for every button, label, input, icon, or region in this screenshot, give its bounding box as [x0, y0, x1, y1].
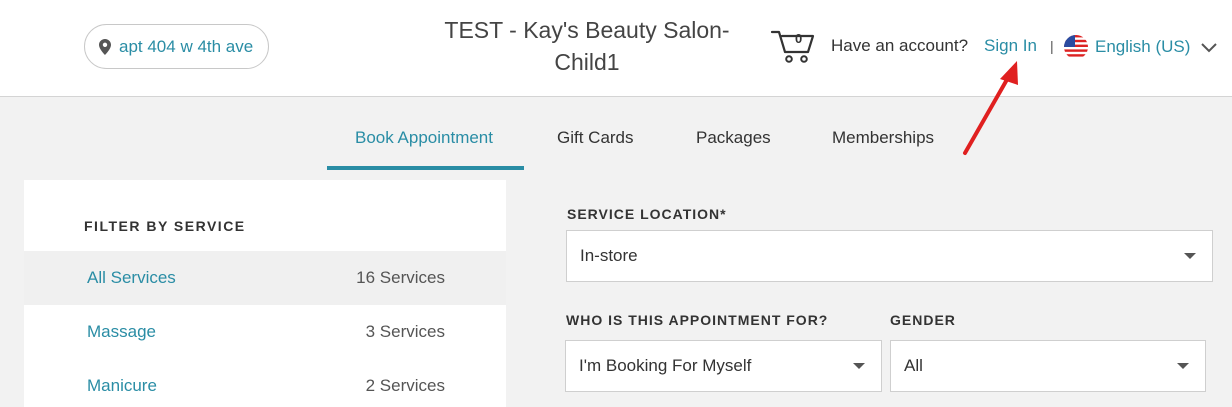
service-filter-manicure[interactable]: Manicure 2 Services [24, 359, 506, 407]
gender-select[interactable]: All [890, 340, 1206, 392]
tab-packages[interactable]: Packages [696, 128, 771, 148]
account-prompt: Have an account? [831, 36, 969, 55]
service-location-select[interactable]: In-store [566, 230, 1213, 282]
caret-down-icon [1177, 363, 1189, 369]
tab-memberships[interactable]: Memberships [832, 128, 934, 148]
salon-name: TEST - Kay's Beauty Salon- Child1 [444, 17, 730, 75]
header: apt 404 w 4th ave TEST - Kay's Beauty Sa… [0, 0, 1232, 97]
language-selector[interactable]: English (US) [1095, 37, 1190, 57]
gender-value: All [904, 356, 923, 375]
service-filter-all[interactable]: All Services 16 Services [24, 251, 506, 305]
service-location-label: SERVICE LOCATION* [567, 206, 727, 222]
location-button[interactable]: apt 404 w 4th ave [84, 24, 269, 69]
chevron-down-icon[interactable] [1200, 40, 1218, 54]
gender-label: GENDER [890, 312, 956, 328]
us-flag-icon [1064, 35, 1088, 59]
caret-down-icon [1184, 253, 1196, 259]
sign-in-link[interactable]: Sign In [984, 36, 1037, 56]
tab-book-appointment[interactable]: Book Appointment [355, 128, 493, 148]
appointment-for-select[interactable]: I'm Booking For Myself [565, 340, 882, 392]
map-pin-icon [99, 38, 111, 55]
caret-down-icon [853, 363, 865, 369]
appointment-for-label: WHO IS THIS APPOINTMENT FOR? [566, 312, 829, 328]
divider: | [1050, 38, 1054, 54]
cart-count: 0 [795, 31, 803, 46]
service-count: 16 Services [356, 268, 445, 287]
appointment-for-value: I'm Booking For Myself [579, 356, 752, 375]
service-name: Massage [87, 322, 156, 341]
active-tab-indicator [327, 166, 524, 170]
booking-form: SERVICE LOCATION* In-store WHO IS THIS A… [506, 180, 1232, 407]
service-filter-sidebar: FILTER BY SERVICE All Services 16 Servic… [24, 180, 506, 407]
cart-icon[interactable] [770, 28, 816, 64]
filter-title: FILTER BY SERVICE [84, 218, 246, 234]
service-count: 3 Services [365, 322, 445, 341]
location-text: apt 404 w 4th ave [119, 36, 254, 56]
tab-gift-cards[interactable]: Gift Cards [557, 128, 634, 148]
service-location-value: In-store [580, 246, 638, 265]
service-name: All Services [87, 268, 176, 287]
service-count: 2 Services [365, 376, 445, 395]
service-filter-massage[interactable]: Massage 3 Services [24, 305, 506, 359]
nav-tabs: Book Appointment Gift Cards Packages Mem… [0, 98, 1232, 172]
service-name: Manicure [87, 376, 157, 395]
